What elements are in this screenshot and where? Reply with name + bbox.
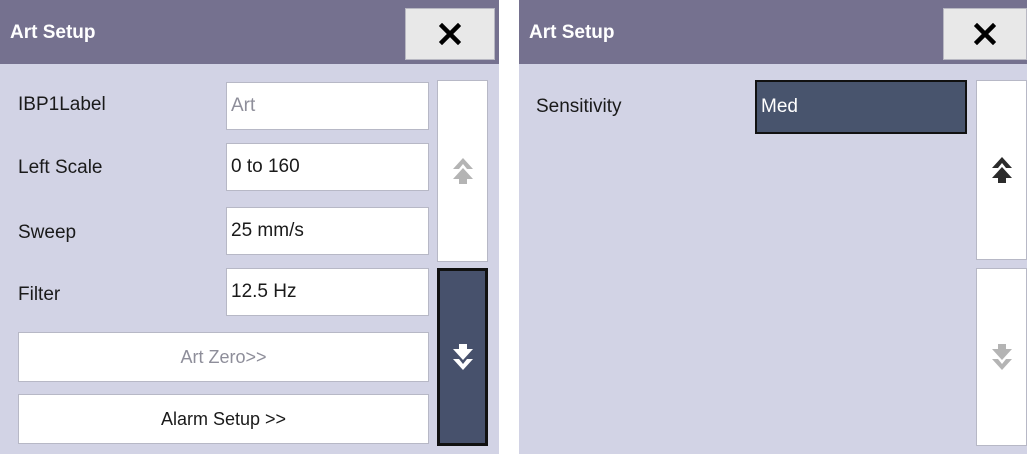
double-arrow-down-icon: [991, 344, 1012, 370]
scroll-down-button[interactable]: [437, 268, 488, 446]
close-icon: [439, 23, 461, 45]
art-setup-dialog-left: Art Setup IBP1Label Art Left Scale 0 to …: [0, 0, 499, 454]
art-setup-dialog-right: Art Setup Sensitivity Med: [519, 0, 1027, 454]
art-zero-button[interactable]: Art Zero>>: [18, 332, 429, 382]
close-icon: [974, 23, 996, 45]
left-scale-label: Left Scale: [18, 157, 103, 178]
double-arrow-up-icon: [452, 158, 473, 184]
ibp1-label-field[interactable]: Art: [226, 82, 429, 130]
double-arrow-down-icon: [452, 344, 473, 370]
title-bar: Art Setup: [0, 0, 499, 64]
scroll-down-button[interactable]: [976, 268, 1027, 446]
title-bar: Art Setup: [519, 0, 1027, 64]
scroll-up-button[interactable]: [437, 80, 488, 262]
close-button[interactable]: [943, 8, 1027, 60]
close-button[interactable]: [405, 8, 495, 60]
dialog-title: Art Setup: [10, 22, 96, 43]
sweep-field[interactable]: 25 mm/s: [226, 207, 429, 255]
left-scale-field[interactable]: 0 to 160: [226, 143, 429, 191]
scroll-up-button[interactable]: [976, 80, 1027, 260]
alarm-setup-button[interactable]: Alarm Setup >>: [18, 394, 429, 444]
filter-label: Filter: [18, 284, 61, 305]
sensitivity-field[interactable]: Med: [755, 80, 967, 134]
sweep-label: Sweep: [18, 222, 77, 243]
double-arrow-up-icon: [991, 157, 1012, 183]
dialog-title: Art Setup: [529, 22, 615, 43]
filter-field[interactable]: 12.5 Hz: [226, 268, 429, 316]
sensitivity-label: Sensitivity: [536, 96, 622, 117]
ibp1-label-label: IBP1Label: [18, 94, 106, 115]
